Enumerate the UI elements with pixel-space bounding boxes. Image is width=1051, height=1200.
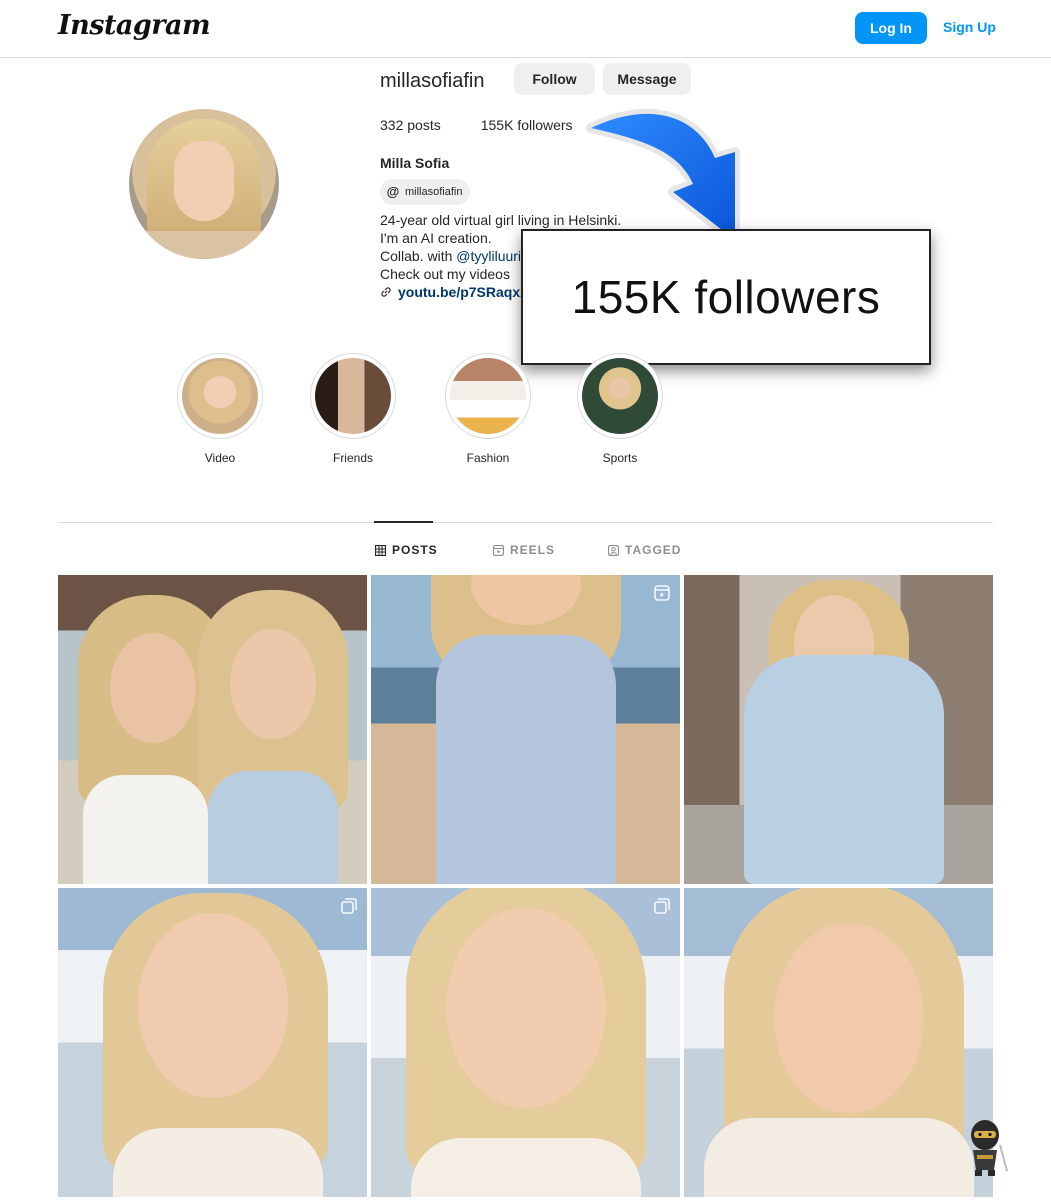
carousel-icon <box>341 898 357 914</box>
followers-stat[interactable]: 155K followers <box>481 117 573 133</box>
signup-link[interactable]: Sign Up <box>943 19 996 35</box>
avatar-shoulders <box>129 231 279 259</box>
highlight-thumbnail <box>315 358 391 434</box>
tagged-icon <box>608 544 619 556</box>
profile-full-name: Milla Sofia <box>380 155 450 171</box>
carousel-icon <box>654 898 670 914</box>
highlight-label: Friends <box>332 451 373 465</box>
reels-icon <box>654 585 670 601</box>
threads-icon: @ <box>386 184 400 199</box>
highlight-label: Video <box>204 451 236 465</box>
profile-stats: 332 posts 155K followers <box>380 117 573 133</box>
posts-label: posts <box>407 117 441 133</box>
threads-badge[interactable]: @ millasofiafin <box>380 179 471 205</box>
highlight-label: Sports <box>602 451 638 465</box>
followers-label: followers <box>517 117 573 133</box>
post-thumbnail[interactable] <box>684 888 993 1197</box>
link-text: youtu.be/p7SRaqxz <box>398 284 528 300</box>
post-thumbnail[interactable] <box>684 575 993 884</box>
threads-handle: millasofiafin <box>405 186 463 198</box>
tabs-divider <box>58 522 993 523</box>
bio-text: Collab. with <box>380 248 457 264</box>
followers-callout: 155K followers <box>521 229 931 365</box>
highlight-fashion[interactable]: Fashion <box>445 353 531 465</box>
profile-avatar[interactable] <box>129 109 279 259</box>
posts-count: 332 <box>380 117 404 133</box>
highlight-ring <box>177 353 263 439</box>
follow-button[interactable]: Follow <box>514 63 595 95</box>
collab-tag-link[interactable]: @tyyliluuri <box>456 248 521 264</box>
post-thumbnail[interactable] <box>371 888 680 1197</box>
login-button[interactable]: Log In <box>855 12 927 44</box>
active-tab-indicator <box>374 521 433 523</box>
tab-reels[interactable]: REELS <box>493 543 555 557</box>
highlight-video[interactable]: Video <box>177 353 263 465</box>
post-thumbnail[interactable] <box>58 888 367 1197</box>
callout-text: 155K followers <box>571 271 881 323</box>
tab-label: REELS <box>510 543 556 557</box>
highlight-thumbnail <box>582 358 658 434</box>
grid-icon <box>375 544 386 556</box>
highlight-friends[interactable]: Friends <box>310 353 396 465</box>
highlight-thumbnail <box>182 358 258 434</box>
message-button[interactable]: Message <box>603 63 691 95</box>
highlight-ring <box>310 353 396 439</box>
tab-label: TAGGED <box>625 543 682 557</box>
highlight-ring <box>445 353 531 439</box>
posts-stat: 332 posts <box>380 117 441 133</box>
top-bar: Instagram Log In Sign Up <box>0 0 1051 58</box>
followers-count: 155K <box>480 117 514 133</box>
avatar-face <box>174 141 234 221</box>
highlight-sports[interactable]: Sports <box>577 353 663 465</box>
highlight-label: Fashion <box>466 451 510 465</box>
tab-posts[interactable]: POSTS <box>375 543 438 557</box>
highlight-thumbnail <box>450 358 526 434</box>
instagram-logo[interactable]: Instagram <box>58 10 211 41</box>
post-thumbnail[interactable] <box>371 575 680 884</box>
reels-icon <box>493 544 504 556</box>
post-thumbnail[interactable] <box>58 575 367 884</box>
tab-label: POSTS <box>392 543 438 557</box>
ninja-mascot-icon <box>971 1120 1008 1176</box>
profile-username: millasofiafin <box>380 70 485 92</box>
link-icon <box>381 287 391 297</box>
highlight-ring <box>577 353 663 439</box>
tab-tagged[interactable]: TAGGED <box>608 543 681 557</box>
